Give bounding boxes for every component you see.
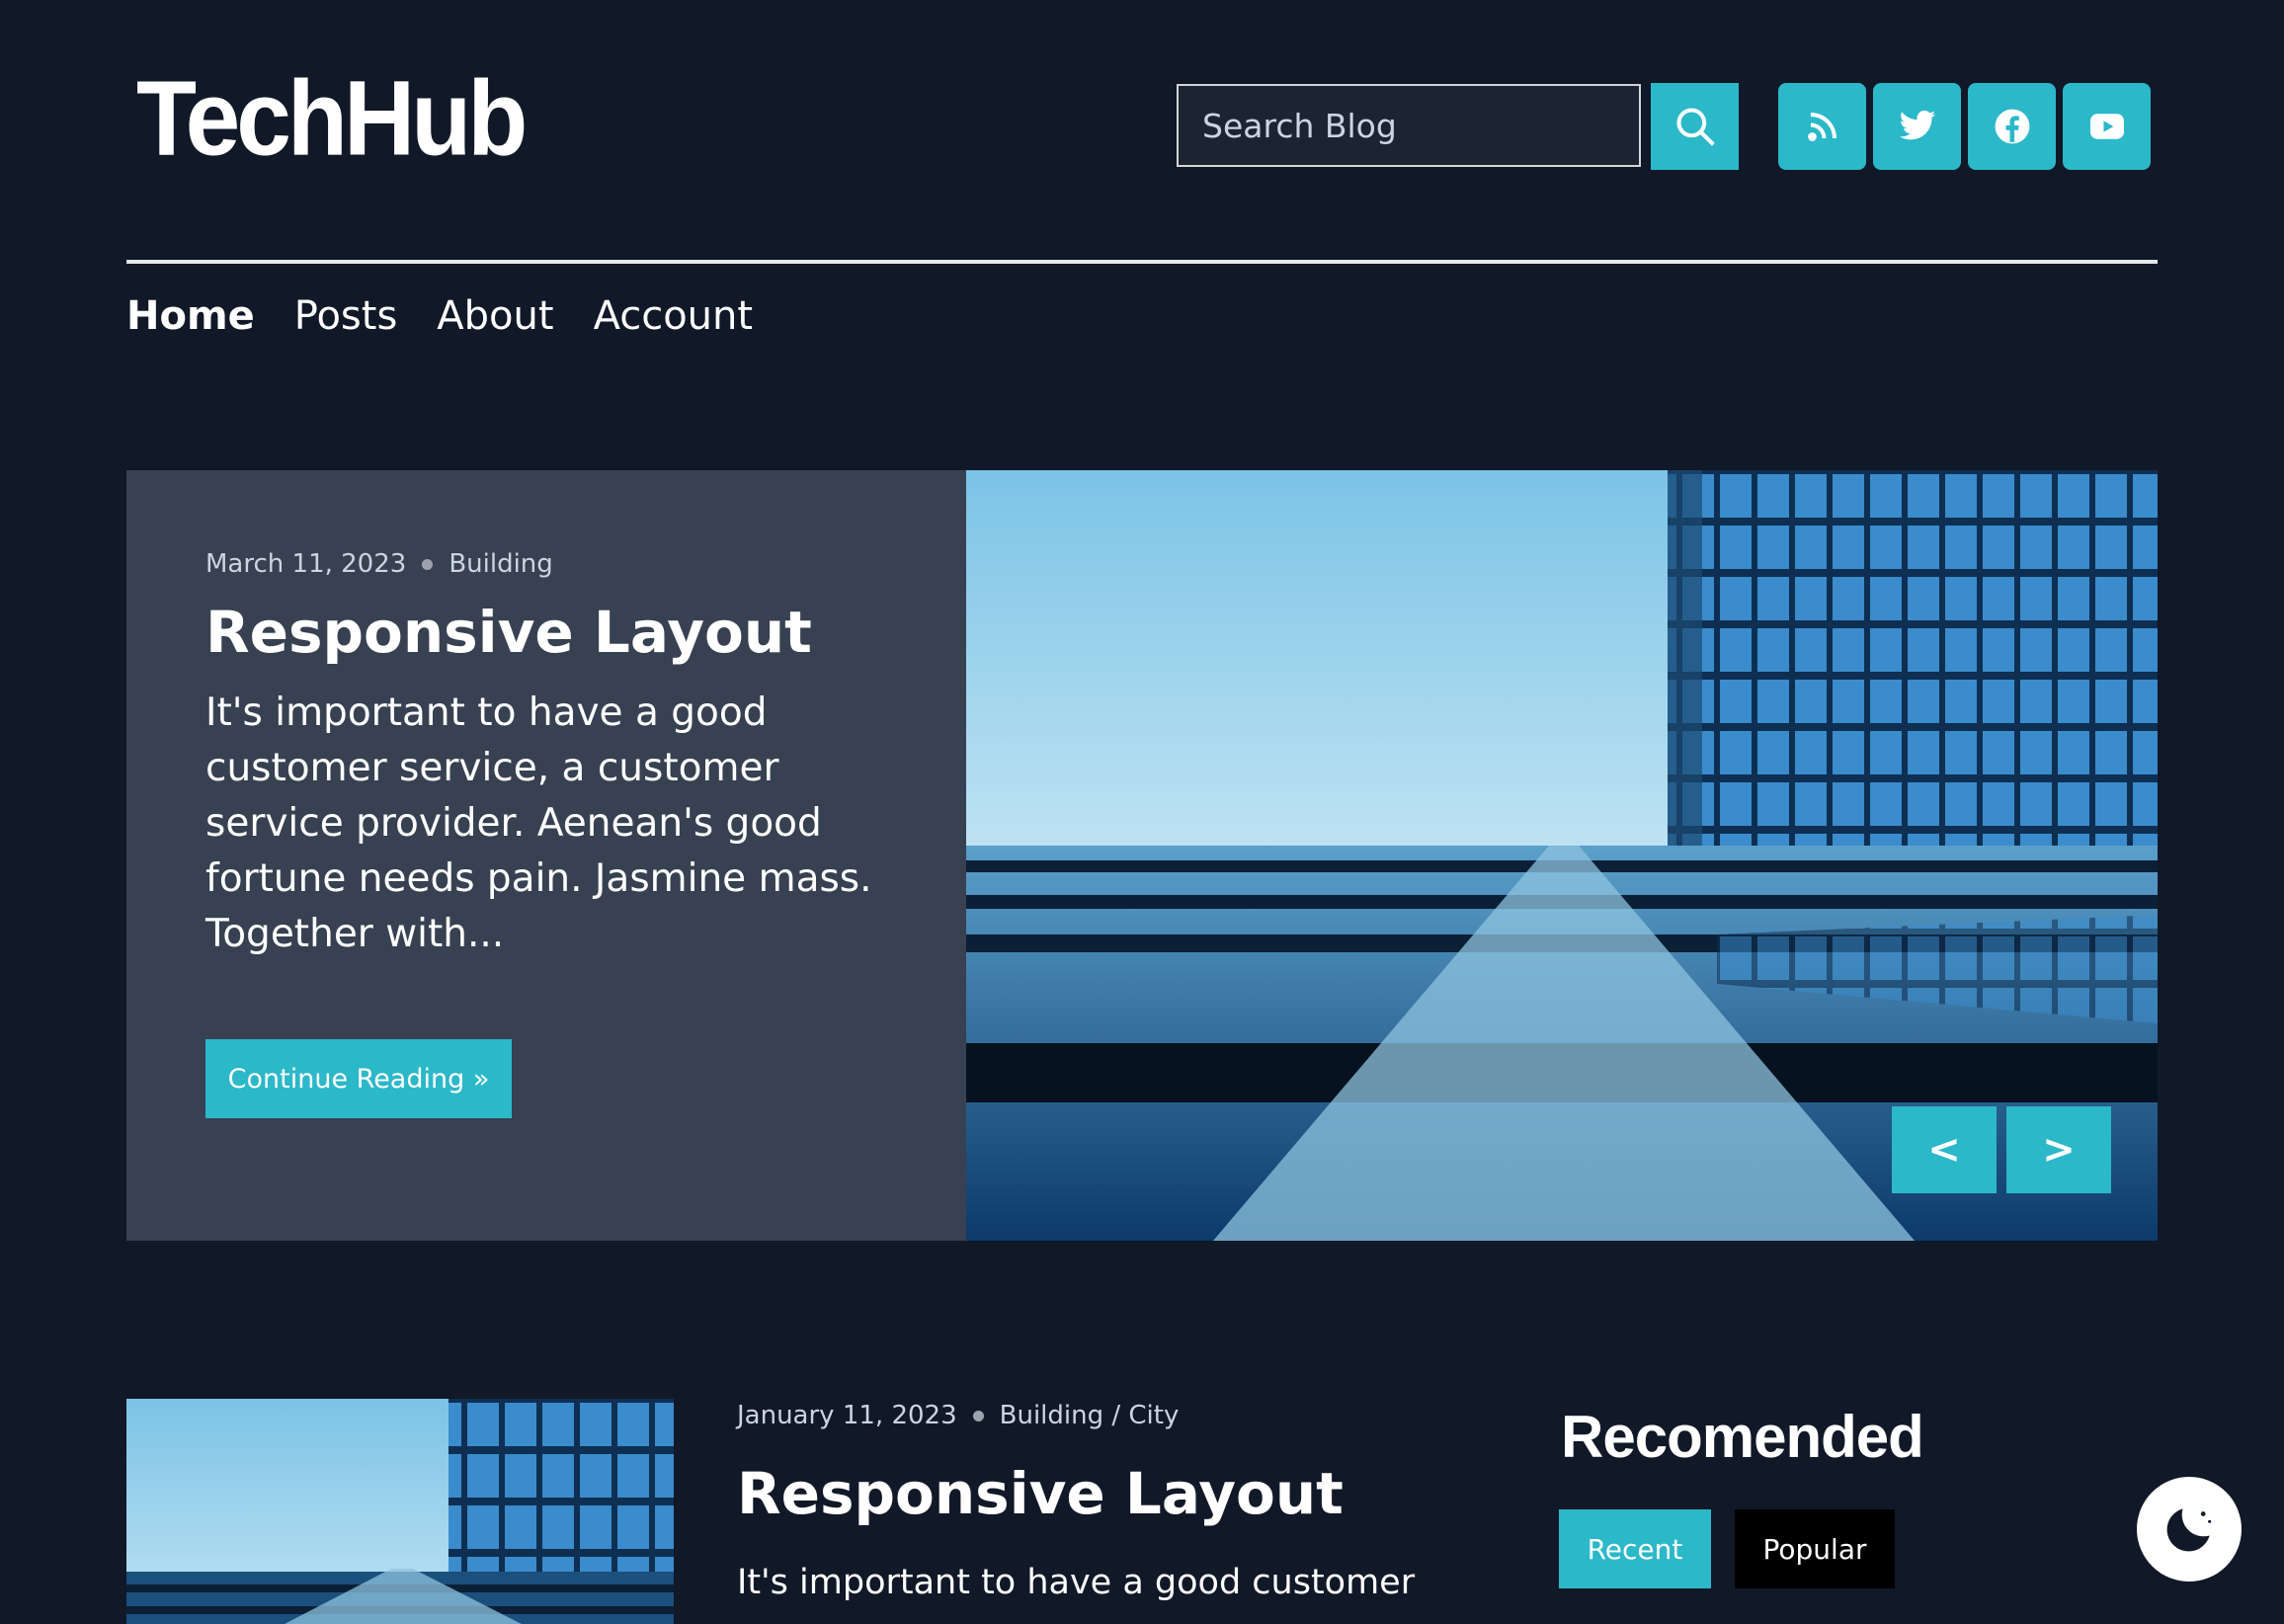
hero-excerpt: It's important to have a good customer s… [205, 690, 872, 956]
search-input[interactable]: Search Blog [1177, 84, 1641, 167]
hero-content: March 11, 2023 Building Responsive Layou… [205, 549, 897, 962]
nav-item-about[interactable]: About [437, 288, 553, 344]
youtube-button[interactable] [2063, 83, 2151, 170]
nav-item-account[interactable]: Account [594, 288, 754, 344]
nav-item-posts[interactable]: Posts [294, 288, 398, 344]
site-logo[interactable]: TechHub [136, 65, 528, 172]
post-date: January 11, 2023 [737, 1401, 957, 1430]
meta-separator [422, 558, 434, 570]
tab-recent[interactable]: Recent [1559, 1509, 1711, 1588]
nav-item-home[interactable]: Home [126, 288, 255, 344]
moon-icon [2166, 1508, 2212, 1552]
post-thumbnail[interactable] [126, 1399, 674, 1624]
youtube-icon [2089, 114, 2124, 139]
slider-next-button[interactable]: > [2006, 1106, 2111, 1193]
rss-icon [1807, 113, 1836, 141]
hero-category[interactable]: Building [449, 549, 552, 579]
twitter-button[interactable] [1873, 83, 1961, 170]
post-meta: January 11, 2023 Building / City [737, 1401, 1179, 1430]
post-excerpt: It's important to have a good customer [737, 1563, 1416, 1602]
dark-mode-toggle[interactable] [2134, 1474, 2244, 1584]
search-icon [1675, 108, 1715, 146]
facebook-button[interactable] [1968, 83, 2056, 170]
tab-popular[interactable]: Popular [1735, 1509, 1895, 1588]
hero-date: March 11, 2023 [205, 549, 407, 579]
header-divider [126, 260, 2158, 264]
post-category[interactable]: Building / City [1000, 1401, 1180, 1430]
slider-prev-button[interactable]: < [1892, 1106, 1997, 1193]
main-nav: Home Posts About Account [126, 288, 792, 344]
hero-slider: March 11, 2023 Building Responsive Layou… [126, 470, 2158, 1241]
post-title[interactable]: Responsive Layout [737, 1460, 1344, 1527]
search-button[interactable] [1651, 83, 1739, 170]
twitter-icon [1899, 110, 1935, 140]
continue-reading-button[interactable]: Continue Reading » [205, 1039, 512, 1118]
facebook-icon [1995, 109, 2029, 144]
sidebar-title: Recomended [1561, 1404, 1924, 1470]
meta-separator [972, 1410, 984, 1421]
hero-title[interactable]: Responsive Layout [205, 599, 897, 668]
hero-meta: March 11, 2023 Building [205, 549, 897, 579]
rss-button[interactable] [1778, 83, 1866, 170]
